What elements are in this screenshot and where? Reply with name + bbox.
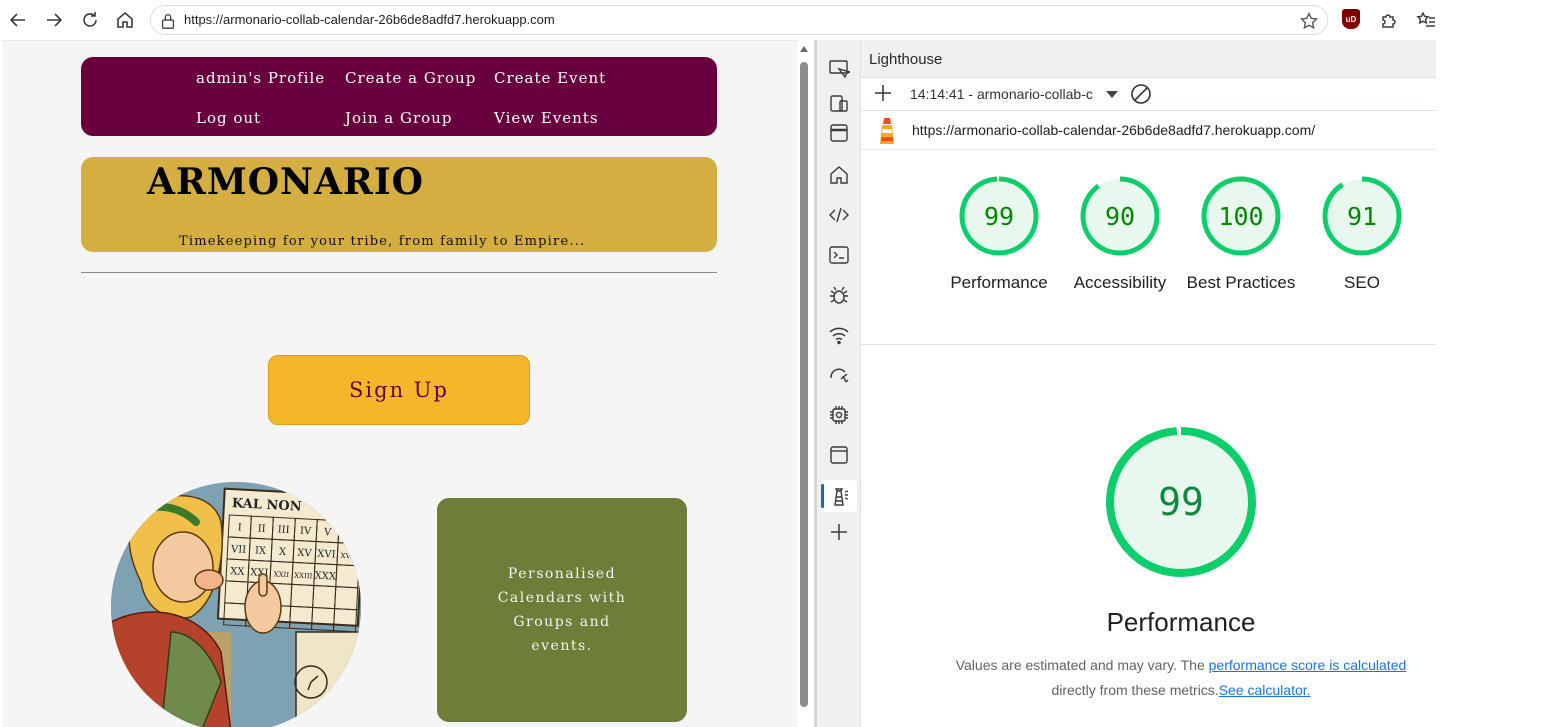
application-panel-icon[interactable] (828, 444, 850, 466)
lock-icon[interactable] (159, 12, 177, 30)
gauge-label: SEO (1344, 273, 1380, 292)
score-gauge[interactable]: 90 (1079, 175, 1161, 257)
device-emulation-icon[interactable] (828, 92, 850, 114)
feature-text: Personalised Calendars with Groups and e… (497, 566, 627, 654)
site-banner: ARMONARIO Timekeeping for your tribe, fr… (81, 157, 717, 252)
main-score-value: 99 (1158, 480, 1204, 524)
calendar-numeral: XXX (314, 571, 337, 583)
gauge-score-value: 91 (1346, 201, 1378, 231)
calendar-illustration: KAL NON I II III IV V VI VII IX X XV XVI XVII XX XXI X… (111, 482, 361, 727)
home-icon[interactable] (113, 8, 137, 32)
home-tab-icon[interactable] (828, 164, 850, 186)
gauge-label: Accessibility (1073, 273, 1167, 292)
performance-score-link[interactable]: performance score is calculated (1209, 657, 1407, 673)
extensions-puzzle-icon[interactable] (1377, 8, 1401, 32)
more-tools-plus-icon[interactable] (828, 521, 850, 543)
back-arrow-icon[interactable] (6, 8, 30, 32)
calendar-numeral: XX (230, 566, 246, 578)
calendar-numeral: II (257, 523, 266, 534)
calendar-numeral: VII (230, 544, 247, 556)
ublock-extension-icon[interactable]: uD (1342, 9, 1360, 29)
site-brand[interactable]: ARMONARIO (147, 161, 424, 203)
calendar-numeral: V (323, 527, 333, 538)
audited-url[interactable]: https://armonario-collab-calendar-26b6de… (912, 122, 1315, 138)
calendar-numeral: III (277, 525, 289, 537)
console-icon[interactable] (828, 244, 850, 266)
screen: https://armonario-collab-calendar-26b6de… (0, 0, 1544, 727)
nav-create-event[interactable]: Create Event (494, 69, 606, 87)
calendar-numeral: I (237, 522, 242, 533)
calendar-numeral: XXII (273, 570, 289, 579)
ublock-badge: uD (1345, 14, 1357, 24)
score-gauge[interactable]: 99 (958, 175, 1040, 257)
gauge-score-value: 90 (1104, 201, 1136, 231)
page-scrollbar-thumb[interactable] (800, 62, 808, 707)
welcome-panel-icon[interactable] (828, 122, 850, 144)
inspect-element-icon[interactable] (828, 58, 853, 80)
estimate-note: Values are estimated and may vary. The p… (861, 657, 1501, 673)
elements-code-icon[interactable] (828, 204, 850, 226)
main-performance-gauge: 99 (1105, 426, 1257, 578)
metrics-note-text: directly from these metrics. (1051, 682, 1219, 698)
calendar-numeral: XVII (340, 552, 356, 561)
address-bar[interactable]: https://armonario-collab-calendar-26b6de… (150, 5, 1328, 35)
nav-create-group[interactable]: Create a Group (345, 69, 476, 87)
refresh-icon[interactable] (78, 8, 102, 32)
new-report-plus-icon[interactable] (873, 83, 893, 103)
estimate-note-text: Values are estimated and may vary. The (955, 657, 1209, 673)
browser-toolbar: https://armonario-collab-calendar-26b6de… (0, 0, 1544, 40)
divider-line (81, 272, 717, 273)
performance-gauge-icon[interactable] (828, 364, 850, 386)
feature-card: Personalised Calendars with Groups and e… (437, 498, 687, 722)
address-url[interactable]: https://armonario-collab-calendar-26b6de… (184, 12, 555, 27)
lighthouse-panel: Lighthouse 14:14:41 - armonario-collab-c… (861, 40, 1436, 727)
active-tab-indicator (821, 484, 824, 508)
calendar-numeral: XV (297, 548, 313, 560)
calendar-numeral: IX (255, 545, 268, 557)
site-tagline: Timekeeping for your tribe, from family … (179, 234, 586, 249)
scroll-up-arrow-icon[interactable] (800, 46, 808, 52)
lighthouse-logo-icon (880, 118, 894, 144)
metrics-note: directly from these metrics.See calculat… (861, 682, 1501, 698)
sources-debugger-bug-icon[interactable] (828, 284, 850, 306)
panel-title[interactable]: Lighthouse (869, 51, 942, 68)
window-edge-blank (1436, 40, 1544, 727)
nav-view-events[interactable]: View Events (494, 109, 599, 127)
site-navbar: admin's Profile Create a Group Create Ev… (81, 57, 717, 136)
nav-join-group[interactable]: Join a Group (345, 109, 452, 127)
favorite-star-icon[interactable] (1299, 11, 1319, 31)
forward-arrow-icon[interactable] (42, 8, 66, 32)
section-divider (861, 344, 1436, 345)
score-gauge[interactable]: 100 (1200, 175, 1282, 257)
lighthouse-toolbar: 14:14:41 - armonario-collab-c (861, 78, 1436, 111)
devtools-panel-header: Lighthouse (861, 40, 1436, 78)
network-wifi-icon[interactable] (828, 324, 850, 346)
calendar-numeral: XVI (317, 549, 336, 561)
calendar-illustration-art: KAL NON I II III IV V VIVII IX X XV XVI XVIIXX XXI X… (111, 482, 361, 727)
clear-reports-icon[interactable] (1130, 83, 1152, 105)
gauge-label: Performance (950, 273, 1048, 292)
see-calculator-link[interactable]: See calculator. (1219, 682, 1311, 698)
audited-url-row: https://armonario-collab-calendar-26b6de… (861, 112, 1436, 150)
devtools-activity-bar (817, 40, 861, 727)
report-selector[interactable]: 14:14:41 - armonario-collab-c (910, 86, 1093, 102)
nav-logout[interactable]: Log out (196, 109, 261, 127)
favorites-list-icon[interactable] (1414, 8, 1438, 32)
report-dropdown-caret-icon[interactable] (1106, 91, 1118, 98)
signup-button[interactable]: Sign Up (268, 355, 530, 425)
memory-chip-icon[interactable] (828, 404, 850, 426)
nav-admin-profile[interactable]: admin's Profile (196, 69, 325, 87)
gauge-label: Best Practices (1186, 273, 1296, 292)
web-page: admin's Profile Create a Group Create Ev… (2, 40, 798, 727)
calendar-numeral: VI (343, 528, 356, 540)
score-gauge[interactable]: 91 (1321, 175, 1403, 257)
lighthouse-icon[interactable] (828, 485, 850, 507)
gauge-score-value: 100 (1218, 201, 1264, 231)
calendar-numeral: IV (300, 526, 313, 538)
main-category-title: Performance (1106, 607, 1256, 637)
calendar-numeral: XXIII (294, 571, 313, 580)
gauge-score-value: 99 (983, 201, 1015, 231)
